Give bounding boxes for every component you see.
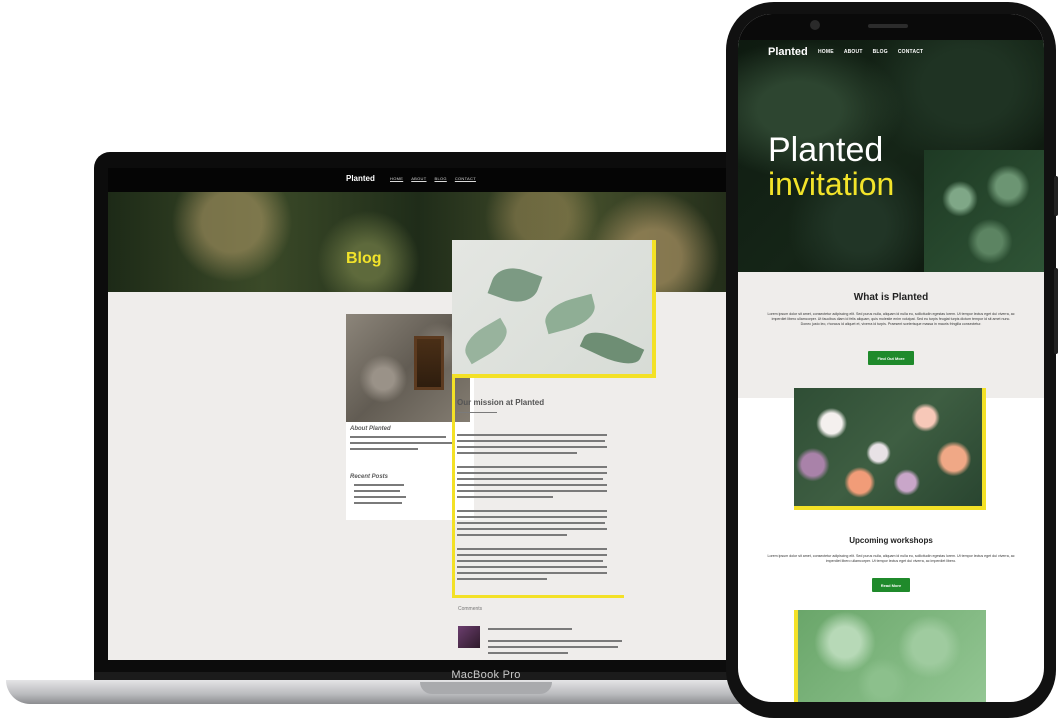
phone-status-bar — [738, 14, 1044, 40]
phone-nav-home[interactable]: HOME — [818, 49, 834, 55]
phone-nav-contact[interactable]: CONTACT — [898, 49, 923, 55]
window-frame-shape — [414, 336, 444, 390]
comment-text-line — [488, 640, 622, 642]
find-out-more-button[interactable]: Find Out More — [868, 351, 914, 365]
article-text-line — [457, 478, 603, 480]
article-text-line — [457, 566, 607, 568]
article-text-line — [457, 510, 607, 512]
sidebar-about-heading: About Planted — [350, 426, 391, 432]
laptop-base — [6, 680, 796, 704]
phone-greens-image — [794, 610, 986, 702]
phone-side-button — [1054, 176, 1058, 216]
comment-avatar — [458, 626, 480, 648]
comment-text-line — [488, 652, 568, 654]
article-text-line — [457, 472, 607, 474]
article-text-line — [457, 496, 553, 498]
leaf-shape — [487, 261, 543, 309]
camera-icon — [810, 20, 820, 30]
phone-workshops-body: Lorem ipsum dolor sit amet, consectetur … — [767, 554, 1015, 564]
comment-meta-line — [488, 628, 572, 630]
phone-hero-title-line2: invitation — [768, 166, 895, 202]
article-meta-line — [457, 412, 497, 413]
article-text-line — [457, 548, 607, 550]
laptop-site-navbar: Planted HOME ABOUT BLOG CONTACT — [108, 168, 728, 192]
article-text-line — [457, 452, 577, 454]
laptop-nav-about[interactable]: ABOUT — [411, 176, 426, 181]
recent-post-link[interactable] — [354, 490, 400, 492]
phone-nav-blog[interactable]: BLOG — [873, 49, 888, 55]
recent-post-link[interactable] — [354, 502, 402, 504]
article-text-line — [457, 534, 567, 536]
sidebar-text-line — [350, 442, 454, 444]
laptop-site-brand[interactable]: Planted — [346, 174, 375, 183]
recent-post-link[interactable] — [354, 496, 406, 498]
phone-hero-title-line1: Planted — [768, 131, 884, 169]
laptop-nav-contact[interactable]: CONTACT — [455, 176, 476, 181]
laptop-article-title: Our mission at Planted — [457, 398, 545, 407]
phone-site-nav: HOME ABOUT BLOG CONTACT — [818, 49, 923, 55]
phone-site-brand[interactable]: Planted — [768, 46, 808, 58]
laptop-site-nav: HOME ABOUT BLOG CONTACT — [390, 176, 476, 181]
sidebar-recent-posts-heading: Recent Posts — [350, 474, 389, 480]
phone-what-is-section — [738, 272, 1044, 398]
read-more-button[interactable]: Read More — [872, 578, 910, 592]
leaf-shape — [541, 293, 599, 335]
article-text-line — [457, 516, 607, 518]
phone-flowers-image — [794, 388, 986, 510]
article-text-line — [457, 528, 607, 530]
article-text-line — [457, 466, 607, 468]
sidebar-text-line — [350, 436, 446, 438]
laptop-notch — [420, 682, 552, 694]
phone-workshops-heading: Upcoming workshops — [849, 536, 933, 545]
article-text-line — [457, 446, 607, 448]
recent-post-link[interactable] — [354, 484, 404, 486]
phone-screen: Planted HOME ABOUT BLOG CONTACT Planted … — [738, 14, 1044, 702]
laptop-nav-blog[interactable]: BLOG — [434, 176, 446, 181]
phone-what-is-heading: What is Planted — [853, 292, 929, 303]
article-text-line — [457, 560, 603, 562]
laptop-screen: Planted HOME ABOUT BLOG CONTACT Blog Abo… — [108, 168, 728, 660]
article-text-line — [457, 484, 607, 486]
sidebar-text-line — [350, 448, 418, 450]
laptop-hero-title: Blog — [346, 250, 382, 267]
phone-volume-button — [1054, 268, 1058, 354]
phone-what-is-body: Lorem ipsum dolor sit amet, consectetur … — [767, 312, 1015, 327]
speaker-grille — [868, 24, 908, 28]
laptop-model-label: MacBook Pro — [451, 669, 521, 681]
comment-text-line — [488, 646, 618, 648]
article-text-line — [457, 440, 605, 442]
phone-nav-about[interactable]: ABOUT — [844, 49, 863, 55]
article-text-line — [457, 572, 607, 574]
article-text-line — [457, 490, 607, 492]
article-text-line — [457, 554, 607, 556]
leaf-shape — [579, 324, 645, 372]
article-text-line — [457, 578, 547, 580]
laptop-article-plant-image — [452, 240, 656, 378]
hero-leaves-image — [924, 150, 1044, 272]
article-text-line — [457, 434, 607, 436]
article-text-line — [457, 522, 605, 524]
laptop-comments-heading: Comments — [458, 606, 483, 612]
laptop-nav-home[interactable]: HOME — [390, 176, 403, 181]
leaf-shape — [458, 317, 514, 365]
